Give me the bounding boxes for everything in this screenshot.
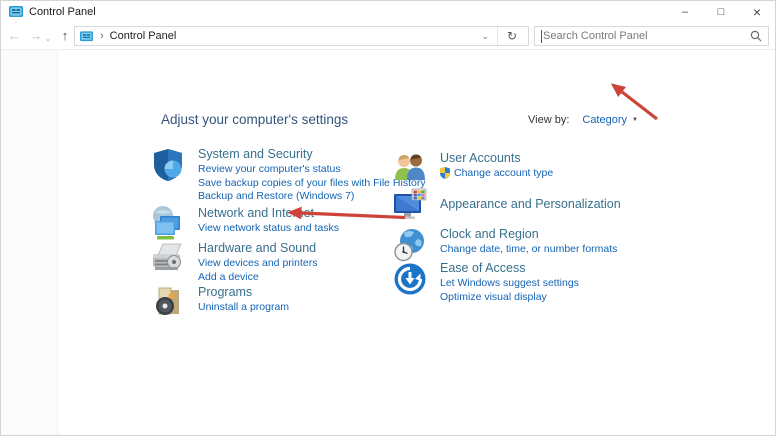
uac-shield-icon [440,167,450,180]
navigation-toolbar: ← → ⌄ ↑ › Control Panel ⌄ ↻ [1,23,775,49]
category-text: Appearance and Personalization [440,186,621,224]
view-by-label: View by: [528,114,570,126]
up-icon[interactable]: ↑ [56,26,74,46]
minimize-button[interactable]: – [667,1,703,23]
view-by-dropdown[interactable]: Category [582,114,627,126]
link-let-windows-suggest-settings[interactable]: Let Windows suggest settings [440,277,579,290]
back-icon[interactable]: ← [5,26,23,46]
search-box[interactable] [534,26,769,46]
link-optimize-visual-display[interactable]: Optimize visual display [440,291,579,304]
chevron-down-icon[interactable]: ▼ [632,117,638,123]
link-uninstall-a-program[interactable]: Uninstall a program [198,301,289,314]
category-text: Hardware and Sound View devices and prin… [198,240,317,283]
system-and-security-icon[interactable] [149,146,187,184]
category-appearance-and-personalization: Appearance and Personalization [391,186,621,224]
search-input[interactable] [543,30,750,42]
category-user-accounts: User Accounts Change account type [391,150,553,188]
address-dropdown-icon[interactable]: ⌄ [473,31,497,42]
link-view-devices-and-printers[interactable]: View devices and printers [198,257,317,270]
content-area: Adjust your computer's settings View by:… [1,50,775,435]
breadcrumb-location[interactable]: Control Panel [110,30,177,42]
control-panel-icon [80,30,93,41]
category-network-and-internet: Network and Internet View network status… [149,205,339,243]
clock-and-region-icon[interactable] [391,226,429,264]
category-programs: Programs Uninstall a program [149,284,289,322]
search-icon[interactable] [750,30,762,42]
category-clock-and-region: Clock and Region Change date, time, or n… [391,226,617,264]
link-change-account-type[interactable]: Change account type [440,167,553,180]
navigation-pane [1,50,58,435]
category-title-appearance-and-personalization[interactable]: Appearance and Personalization [440,196,621,212]
title-bar[interactable]: Control Panel – □ × [1,1,775,23]
programs-icon[interactable] [149,284,187,322]
user-accounts-icon[interactable] [391,150,429,188]
category-title-network-and-internet[interactable]: Network and Internet [198,205,339,221]
refresh-icon[interactable]: ↻ [498,29,526,43]
recent-locations-icon[interactable]: ⌄ [43,29,53,49]
category-title-ease-of-access[interactable]: Ease of Access [440,260,579,276]
hardware-and-sound-icon[interactable] [149,240,187,278]
category-text: Network and Internet View network status… [198,205,339,243]
network-and-internet-icon[interactable] [149,205,187,243]
category-system-and-security: System and Security Review your computer… [149,146,426,203]
appearance-and-personalization-icon[interactable] [391,186,429,224]
maximize-button[interactable]: □ [703,1,739,23]
window-title: Control Panel [29,6,96,18]
category-title-user-accounts[interactable]: User Accounts [440,150,553,166]
control-panel-icon [9,6,23,17]
category-title-hardware-and-sound[interactable]: Hardware and Sound [198,240,317,256]
link-label: Change account type [454,167,554,179]
category-hardware-and-sound: Hardware and Sound View devices and prin… [149,240,317,283]
category-text: Programs Uninstall a program [198,284,289,322]
category-text: Clock and Region Change date, time, or n… [440,226,617,264]
category-title-clock-and-region[interactable]: Clock and Region [440,226,617,242]
control-panel-window: Control Panel – □ × ← → ⌄ ↑ › Control Pa… [0,0,776,436]
link-view-network-status[interactable]: View network status and tasks [198,222,339,235]
link-add-a-device[interactable]: Add a device [198,271,317,284]
breadcrumb-separator: › [100,30,104,42]
category-title-programs[interactable]: Programs [198,284,289,300]
caption-buttons: – □ × [667,1,775,23]
link-change-date-time-formats[interactable]: Change date, time, or number formats [440,243,617,256]
close-button[interactable]: × [739,1,775,23]
category-text: User Accounts Change account type [440,150,553,188]
category-ease-of-access: Ease of Access Let Windows suggest setti… [391,260,579,303]
text-caret [541,29,542,43]
category-text: Ease of Access Let Windows suggest setti… [440,260,579,303]
view-by-control: View by: Category ▼ [528,114,638,126]
address-bar[interactable]: › Control Panel ⌄ ↻ [74,26,529,46]
page-title: Adjust your computer's settings [161,112,349,127]
ease-of-access-icon[interactable] [391,260,429,298]
